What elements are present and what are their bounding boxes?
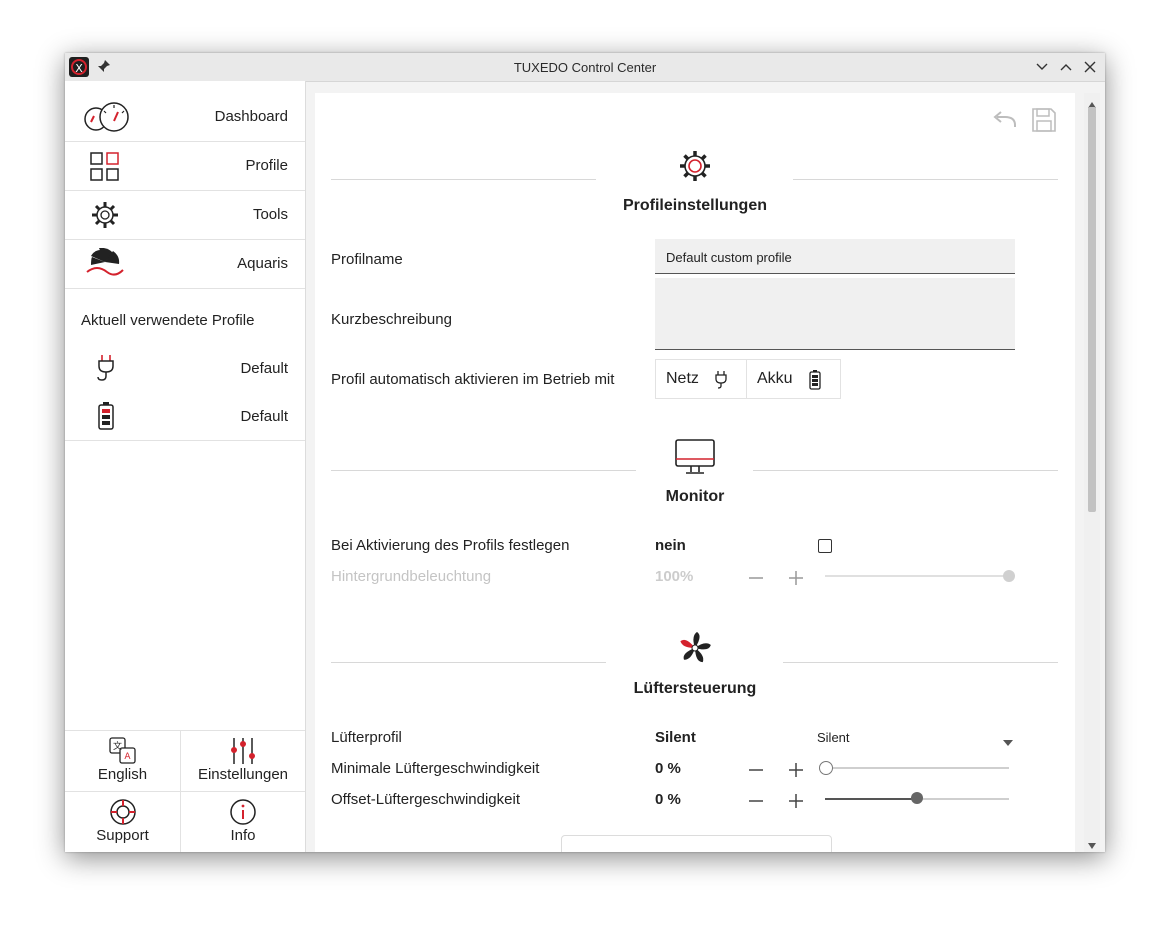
- profile-name-input[interactable]: Default custom profile: [655, 239, 1015, 274]
- active-profile-ac-label: Default: [240, 360, 288, 377]
- scrollbar[interactable]: [1084, 93, 1100, 852]
- gear-icon: [81, 199, 131, 231]
- support-label: Support: [96, 827, 149, 844]
- monitor-icon: [675, 439, 715, 480]
- section-title-fan-control: Lüftersteuerung: [633, 680, 757, 697]
- auto-activate-label: Profil automatisch aktivieren im Betrieb…: [331, 371, 615, 388]
- active-profiles-title: Aktuell verwendete Profile: [81, 312, 255, 329]
- app-window: X TUXEDO Control Center Dashboard Profil…: [65, 53, 1105, 852]
- profile-grid-icon: [81, 150, 131, 182]
- window-title: TUXEDO Control Center: [513, 60, 657, 75]
- maximize-button[interactable]: [1058, 59, 1074, 75]
- nav-item-aquaris[interactable]: Aquaris: [65, 240, 305, 289]
- slider-thumb[interactable]: [819, 761, 833, 775]
- scrollbar-thumb[interactable]: [1088, 107, 1096, 512]
- backlight-slider[interactable]: [825, 570, 1015, 582]
- ac-toggle-label: Netz: [666, 370, 699, 387]
- fan-curve-card: [561, 835, 832, 852]
- offset-speed-slider[interactable]: [825, 792, 1009, 804]
- section-divider: [753, 470, 1058, 471]
- svg-text:文: 文: [112, 740, 121, 752]
- nav-item-label: Profile: [245, 157, 288, 174]
- slider-thumb[interactable]: [1003, 570, 1015, 582]
- nav-item-label: Aquaris: [237, 255, 288, 272]
- undo-icon[interactable]: [991, 109, 1019, 138]
- settings-label: Einstellungen: [197, 766, 289, 783]
- min-speed-label: Minimale Lüftergeschwindigkeit: [331, 760, 540, 777]
- aquaris-fan-icon: [81, 247, 131, 280]
- fan-icon: [678, 631, 712, 670]
- min-speed-value: 0 %: [655, 760, 681, 777]
- battery-icon: [97, 401, 115, 436]
- section-divider: [331, 662, 606, 663]
- active-profile-battery-label: Default: [240, 408, 288, 425]
- fan-profile-select[interactable]: Silent: [817, 730, 1015, 750]
- language-label: English: [97, 766, 148, 783]
- minimize-button[interactable]: [1034, 59, 1050, 75]
- section-title-profile-settings: Profileinstellungen: [622, 197, 767, 214]
- save-icon[interactable]: [1031, 107, 1057, 138]
- title-bar[interactable]: X TUXEDO Control Center: [65, 53, 1105, 82]
- description-textarea[interactable]: [655, 278, 1015, 350]
- section-title-monitor: Monitor: [665, 488, 725, 505]
- min-speed-minus-button[interactable]: [749, 763, 763, 777]
- battery-icon: [809, 370, 821, 395]
- offset-speed-label: Offset-Lüftergeschwindigkeit: [331, 791, 520, 808]
- section-divider: [783, 662, 1058, 663]
- power-plug-icon: [714, 370, 728, 395]
- svg-text:A: A: [124, 752, 131, 762]
- active-profile-battery: Default: [65, 395, 305, 439]
- offset-speed-value: 0 %: [655, 791, 681, 808]
- battery-toggle-button[interactable]: Akku: [746, 359, 841, 399]
- backlight-minus-button[interactable]: [749, 571, 763, 585]
- nav-item-tools[interactable]: Tools: [65, 191, 305, 240]
- sidebar: Dashboard Profile Tools Aquaris Aktuell …: [65, 81, 306, 852]
- set-on-activation-value: nein: [655, 537, 686, 554]
- offset-speed-minus-button[interactable]: [749, 794, 763, 808]
- min-speed-slider[interactable]: [819, 761, 1009, 775]
- info-label: Info: [230, 827, 256, 844]
- nav-item-dashboard[interactable]: Dashboard: [65, 93, 305, 142]
- fan-profile-value: Silent: [655, 729, 696, 746]
- section-divider: [793, 179, 1058, 180]
- profile-settings-panel: Profileinstellungen Profilname Default c…: [315, 93, 1075, 852]
- min-speed-plus-button[interactable]: [789, 763, 803, 777]
- close-button[interactable]: [1082, 59, 1098, 75]
- info-button[interactable]: Info: [181, 792, 305, 852]
- divider: [65, 440, 305, 441]
- offset-speed-plus-button[interactable]: [789, 794, 803, 808]
- fan-profile-label: Lüfterprofil: [331, 729, 402, 746]
- dashboard-gauges-icon: [81, 101, 131, 133]
- gear-icon: [678, 149, 712, 188]
- nav-item-label: Dashboard: [214, 108, 288, 125]
- set-on-activation-label: Bei Aktivierung des Profils festlegen: [331, 537, 570, 554]
- backlight-value: 100%: [655, 568, 694, 585]
- slider-thumb[interactable]: [911, 792, 923, 804]
- chevron-down-icon: [1003, 734, 1013, 749]
- active-profile-ac: Default: [65, 347, 305, 391]
- slider-fill: [825, 798, 917, 800]
- nav-item-profile[interactable]: Profile: [65, 142, 305, 191]
- language-button[interactable]: 文 A English: [65, 731, 180, 791]
- slider-fill: [825, 575, 1009, 577]
- settings-button[interactable]: Einstellungen: [181, 731, 305, 791]
- ac-toggle-button[interactable]: Netz: [655, 359, 747, 399]
- description-label: Kurzbeschreibung: [331, 311, 452, 328]
- support-button[interactable]: Support: [65, 792, 180, 852]
- power-plug-icon: [95, 353, 117, 388]
- nav-item-label: Tools: [252, 206, 288, 223]
- backlight-label: Hintergrundbeleuchtung: [331, 568, 492, 585]
- set-on-activation-checkbox[interactable]: [818, 539, 832, 553]
- section-divider: [331, 179, 596, 180]
- profile-name-label: Profilname: [331, 251, 403, 268]
- fan-profile-selected: Silent: [817, 730, 850, 745]
- profile-name-value: Default custom profile: [666, 250, 792, 265]
- battery-toggle-label: Akku: [757, 370, 793, 387]
- section-divider: [331, 470, 636, 471]
- backlight-plus-button[interactable]: [789, 571, 803, 585]
- scroll-down-icon[interactable]: [1088, 836, 1096, 852]
